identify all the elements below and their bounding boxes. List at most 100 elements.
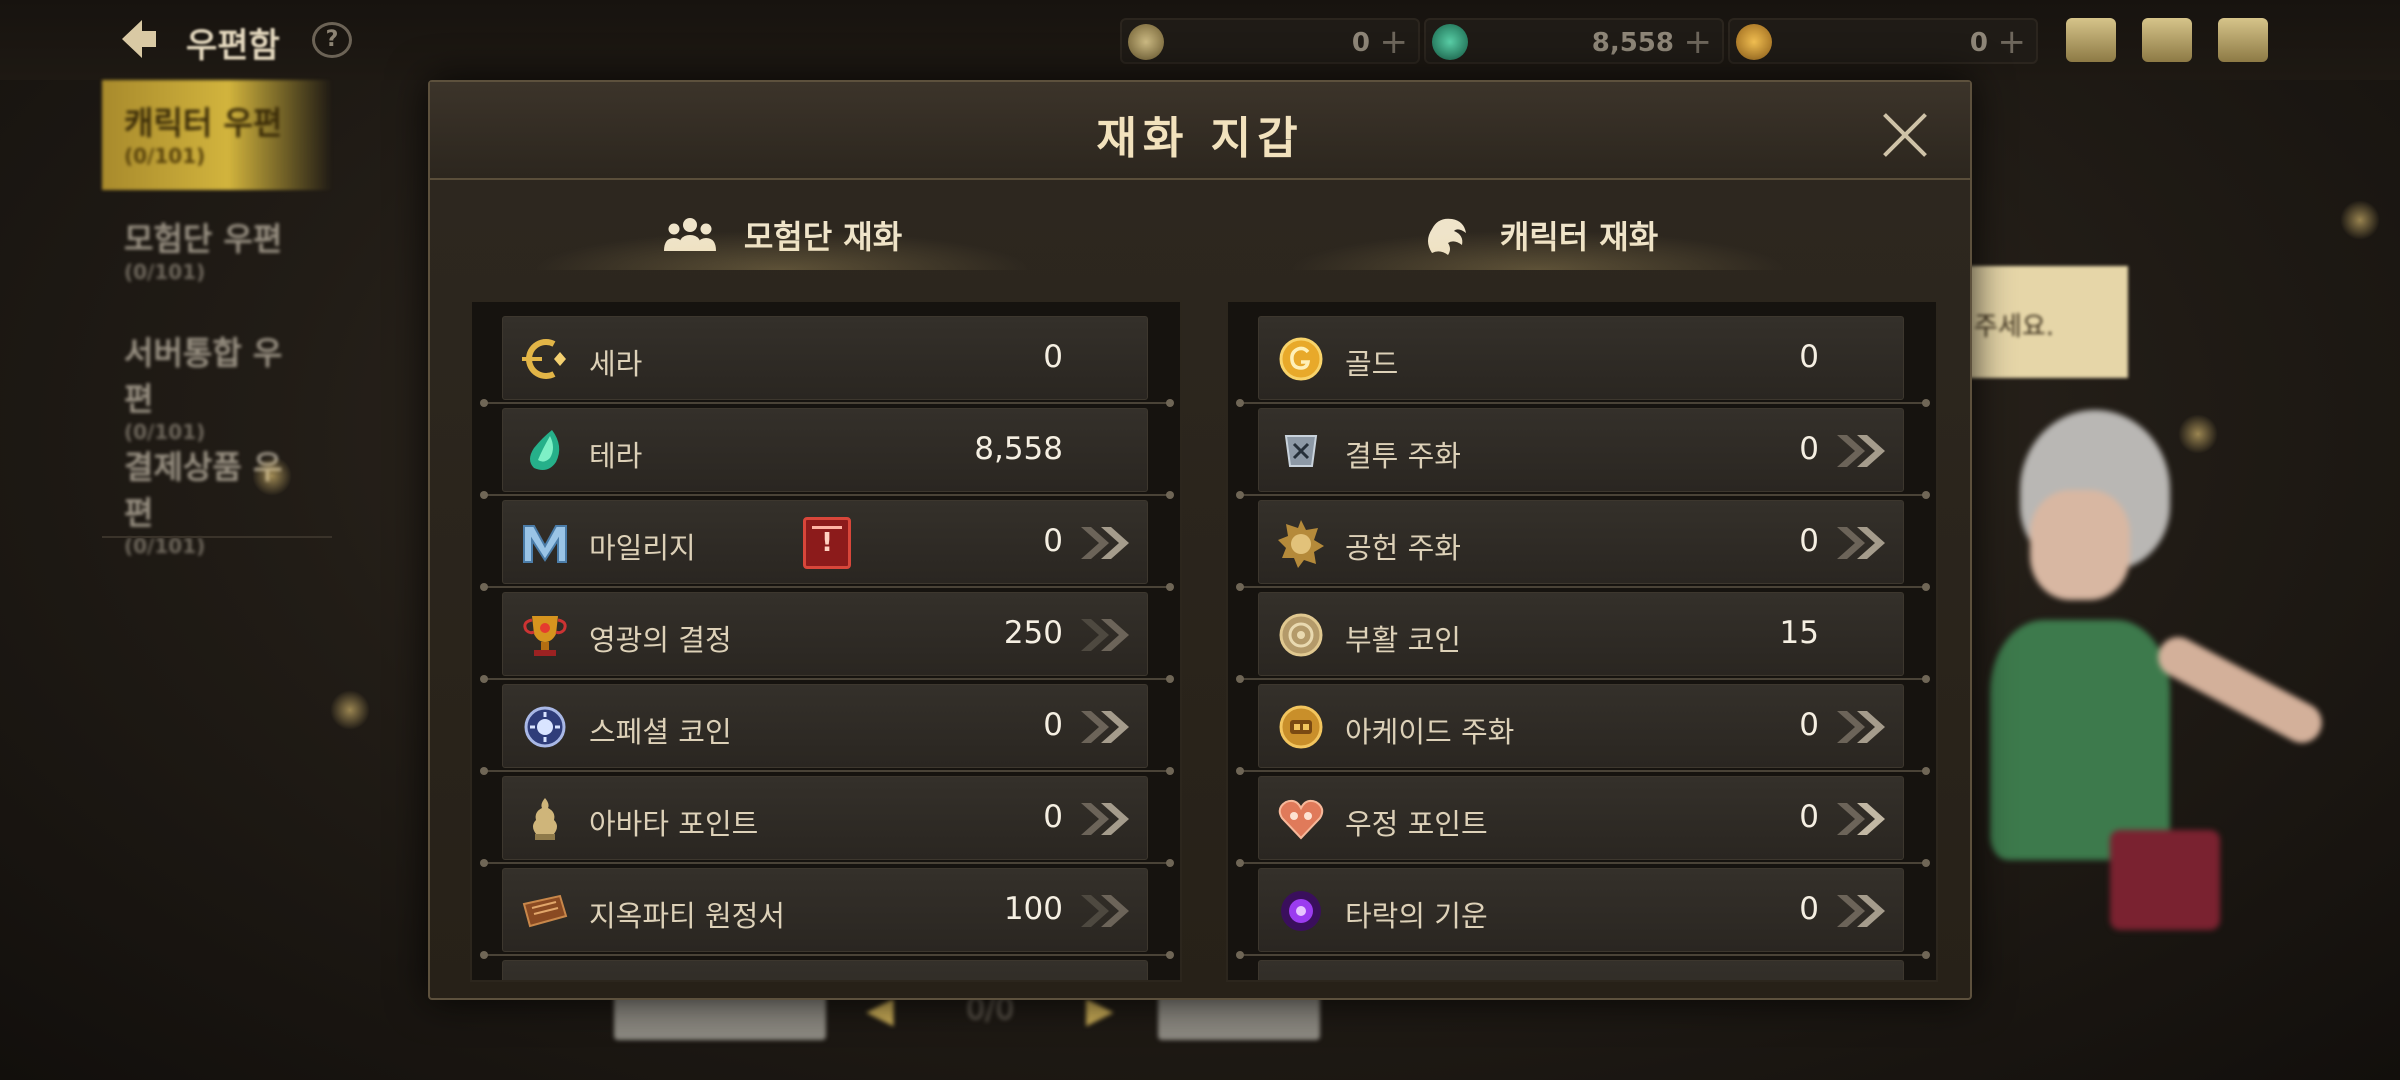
chevron-right-icon[interactable] [1079,709,1135,745]
currency-value: 0 [1799,339,1819,375]
currency-name: 아케이드 주화 [1345,715,1515,749]
currency-row-arcade-coin[interactable]: 아케이드 주화 0 [1258,684,1904,768]
chevron-right-icon[interactable] [1079,893,1135,929]
bag-icon[interactable] [2066,18,2116,62]
plus-icon[interactable]: + [1684,22,1713,62]
row-divider [480,859,1174,867]
chevron-right-icon[interactable] [1835,525,1891,561]
character-illustration [1960,410,2329,930]
modal-title: 재화 지갑 [1096,113,1304,164]
row-divider [480,583,1174,591]
currency-value: 0 [1969,28,1988,58]
currency-value: 250 [1003,615,1063,651]
sidebar-item-label: 캐릭터 우편 [124,104,283,142]
chevron-right-icon[interactable] [1835,893,1891,929]
sidebar-divider [102,536,332,538]
row-divider [480,491,1174,499]
currency-name: 세라 [589,347,643,381]
sparkle [252,456,292,496]
back-arrow-icon[interactable] [112,14,162,64]
currency-row-special-coin[interactable]: 스페셜 코인 0 [502,684,1148,768]
currency-name: 결투 주화 [1345,439,1461,473]
sidebar-item-character-mail[interactable]: 캐릭터 우편 (0/101) [102,80,332,190]
sparkle [2340,200,2380,240]
currency-row-revive-coin[interactable]: 부활 코인 15 [1258,592,1904,676]
currency-row-friendship-point[interactable]: 우정 포인트 0 [1258,776,1904,860]
sparkle [330,690,370,730]
hell-party-ticket-icon [517,883,573,939]
currency-value: 0 [1043,339,1063,375]
row-divider [1236,583,1930,591]
currency-value: 0 [1043,799,1063,835]
gold-icon [1736,24,1772,60]
sidebar-item-adventure-mail[interactable]: 모험단 우편 (0/101) [102,196,332,306]
adventure-currency-header: 모험단 재화 [432,200,1132,270]
modal-header: 재화 지갑 [430,82,1970,180]
currency-cera-pill[interactable]: 0 + [1120,18,1420,64]
tera-crystal-icon [517,423,573,479]
mail-icon[interactable] [2142,18,2192,62]
special-coin-icon [517,699,573,755]
friendship-point-icon [1273,791,1329,847]
sidebar-item-server-mail[interactable]: 서버통합 우편 (0/101) [102,310,332,444]
background-note: 주세요. [1960,266,2128,378]
currency-row-glory-crystal[interactable]: 영광의 결정 250 [502,592,1148,676]
row-divider [1236,951,1930,959]
currency-row-contribution-coin[interactable]: 공헌 주화 0 [1258,500,1904,584]
duel-coin-icon [1273,423,1329,479]
row-divider [480,675,1174,683]
currency-gold-pill[interactable]: 0 + [1728,18,2038,64]
sparkle [2178,414,2218,454]
row-divider [1236,399,1930,407]
row-divider [1236,859,1930,867]
currency-row-partial[interactable] [502,960,1148,980]
cera-icon [517,331,573,387]
revive-coin-icon [1273,607,1329,663]
row-divider [1236,491,1930,499]
currency-value: 0 [1043,707,1063,743]
currency-row-gold[interactable]: 골드 0 [1258,316,1904,400]
currency-value: 8,558 [974,431,1063,467]
currency-row-hell-party-ticket[interactable]: 지옥파티 원정서 100 [502,868,1148,952]
currency-wallet-modal: 재화 지갑 모험단 재화 캐릭터 재화 세라 0 [428,80,1972,1000]
sidebar-item-payment-mail[interactable]: 결제상품 우편 (0/101) [102,424,332,558]
character-currency-list[interactable]: 골드 0 결투 주화 0 공헌 주화 0 부활 코인 15 아케이드 주화 0 … [1226,300,1938,982]
currency-row-partial[interactable] [1258,960,1904,980]
currency-name: 테라 [589,439,643,473]
sidebar-item-label: 서버통합 우편 [124,334,283,418]
currency-value: 0 [1799,707,1819,743]
event-calendar-icon[interactable] [803,517,851,569]
close-icon[interactable] [1880,110,1930,160]
currency-tera-pill[interactable]: 8,558 + [1424,18,1724,64]
currency-name: 스페셜 코인 [589,715,732,749]
currency-row-corruption-energy[interactable]: 타락의 기운 0 [1258,868,1904,952]
plus-icon[interactable]: + [1998,22,2027,62]
adventure-currency-list[interactable]: 세라 0 테라 8,558 마일리지 0 [470,300,1182,982]
currency-name: 부활 코인 [1345,623,1461,657]
chevron-right-icon[interactable] [1079,801,1135,837]
contribution-coin-icon [1273,515,1329,571]
help-icon[interactable]: ? [312,22,352,58]
currency-row-duel-coin[interactable]: 결투 주화 0 [1258,408,1904,492]
chevron-right-icon[interactable] [1079,617,1135,653]
top-bar: 우편함 ? 0 + 8,558 + 0 + [0,0,2400,80]
plus-icon[interactable]: + [1380,22,1409,62]
currency-row-mileage[interactable]: 마일리지 0 [502,500,1148,584]
currency-row-tera[interactable]: 테라 8,558 [502,408,1148,492]
gold-coin-icon [1273,331,1329,387]
arcade-coin-icon [1273,699,1329,755]
chevron-right-icon[interactable] [1835,433,1891,469]
chat-icon[interactable] [2218,18,2268,62]
chevron-right-icon[interactable] [1079,525,1135,561]
currency-name: 공헌 주화 [1345,531,1461,565]
currency-value: 100 [1003,891,1063,927]
sidebar-item-count: (0/101) [124,260,206,284]
chevron-right-icon[interactable] [1835,801,1891,837]
row-divider [480,399,1174,407]
row-divider [1236,675,1930,683]
chevron-right-icon[interactable] [1835,709,1891,745]
currency-row-cera[interactable]: 세라 0 [502,316,1148,400]
currency-value: 0 [1043,523,1063,559]
currency-value: 0 [1799,431,1819,467]
currency-row-avatar-point[interactable]: 아바타 포인트 0 [502,776,1148,860]
